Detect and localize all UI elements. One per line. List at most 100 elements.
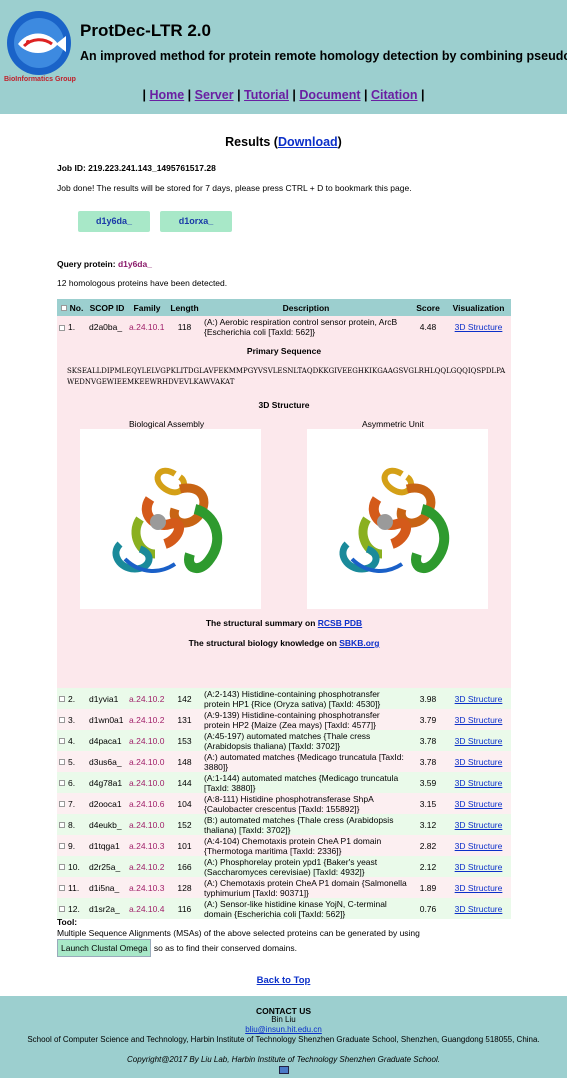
chip-query-2[interactable]: d1orxa_ [160,211,232,232]
row-checkbox[interactable] [59,324,65,331]
row-checkbox[interactable] [59,822,65,829]
score: 3.98 [419,693,437,704]
protein-ribbon-icon [112,467,223,573]
3d-structure-link[interactable]: 3D Structure [455,841,503,851]
3d-structure-link[interactable]: 3D Structure [455,862,503,872]
3d-structure-link[interactable]: 3D Structure [455,883,503,893]
3d-structure-link[interactable]: 3D Structure [455,715,503,725]
col-scop-id: SCOP ID [87,299,127,316]
results-title-suffix: ) [337,135,342,149]
scop-id: d4eukb_ [89,819,122,830]
nav-citation[interactable]: Citation [371,88,418,102]
query-value: d1y6da_ [117,259,152,269]
3d-structure-link[interactable]: 3D Structure [455,799,503,809]
score: 3.59 [419,777,437,788]
col-length: Length [167,299,202,316]
protein-length: 118 [177,322,192,332]
contact-email[interactable]: bliu@insun.hit.edu.cn [245,1025,322,1034]
row-checkbox[interactable] [59,717,65,724]
score: 3.15 [419,798,437,809]
row-checkbox[interactable] [59,906,65,913]
family-id: a.24.10.0 [129,756,165,767]
score: 2.12 [419,861,437,872]
rcsb-pdb-link[interactable]: RCSB PDB [318,618,362,628]
3d-structure-link[interactable]: 3D Structure [455,820,503,830]
row-number: 10. [68,861,80,872]
detail-row: Primary Sequence SKSEALLDIPMLEQYLELVGPKLI… [57,338,511,688]
protein-ribbon-icon [339,467,450,573]
row-checkbox[interactable] [59,780,65,787]
results-title-prefix: Results ( [225,135,278,149]
table-row: 4. d4paca1 a.24.10.0 153 (A:45-197) automate… [57,730,511,751]
3d-structure-link[interactable]: 3D Structure [455,904,503,914]
scop-id: d3us6a_ [89,756,122,767]
scop-id: d4paca1 [89,735,122,746]
row-checkbox[interactable] [59,801,65,808]
row-checkbox[interactable] [59,759,65,766]
row-number: 3. [68,714,76,725]
scop-id: d4g78a1 [89,777,123,788]
sbkb-link[interactable]: SBKB.org [339,638,379,648]
table-row: 6. d4g78a1 a.24.10.0 144 (A:1-144) automated… [57,772,511,793]
nav-document[interactable]: Document [299,88,360,102]
protein-description: (A:) Aerobic respiration control sensor … [204,317,398,337]
site-footer: CONTACT US Bin Liu bliu@insun.hit.edu.cn… [0,996,567,1078]
logo-text: BioInformatics Group [4,76,76,83]
scop-id: d1sr2a_ [89,903,120,914]
row-checkbox[interactable] [59,696,65,703]
launch-clustal-button[interactable]: Launch Clustal Omega [57,939,152,957]
family-id: a.24.10.2 [129,714,165,725]
row-checkbox[interactable] [59,885,65,892]
table-row: 7. d2ooca1 a.24.10.6 104 (A:8-111) Histidine… [57,793,511,814]
structure-detail: Primary Sequence SKSEALLDIPMLEQYLELVGPKLI… [57,338,511,688]
col-score: Score [410,299,446,316]
col-visualization: Visualization [446,299,511,316]
row-checkbox[interactable] [59,864,65,871]
table-row: 12. d1sr2a_ a.24.10.4 116 (A:) Sensor-like h… [57,898,511,919]
row-checkbox[interactable] [59,843,65,850]
asymmetric-unit-image[interactable] [307,429,488,609]
family-id: a.24.10.0 [129,735,165,746]
row-checkbox[interactable] [59,738,65,745]
biological-assembly-image[interactable] [80,429,261,609]
3d-structure-link[interactable]: 3D Structure [455,694,503,704]
score: 0.76 [419,903,437,914]
row-number: 7. [68,798,76,809]
3d-structure-link[interactable]: 3D Structure [455,736,503,746]
3d-structure-link[interactable]: 3D Structure [455,778,503,788]
nav-tutorial[interactable]: Tutorial [244,88,289,102]
3d-structure-link[interactable]: 3D Structure [455,322,503,332]
protein-length: 144 [177,777,192,788]
nav-server[interactable]: Server [195,88,234,102]
table-row: 10. d2r25a_ a.24.10.2 166 (A:) Phosphorelay … [57,856,511,877]
visitor-counter-icon [279,1066,289,1074]
family-id: a.24.10.6 [129,798,165,809]
scop-id: d2a0ba_ [89,322,123,332]
scop-id: d1wn0a1 [89,714,124,725]
nav-home[interactable]: Home [149,88,184,102]
score: 1.89 [419,882,437,893]
select-all-checkbox[interactable] [60,305,67,312]
copyright: Copyright@2017 By Liu Lab, Harbin Instit… [127,1055,440,1064]
protein-length: 101 [177,840,192,851]
3d-structure-link[interactable]: 3D Structure [455,757,503,767]
family-id: a.24.10.2 [129,861,165,872]
main-nav: | Home | Server | Tutorial | Document | … [142,88,425,102]
query-protein: Query protein: d1y6da_ [57,259,152,269]
knowledge-prefix: The structural biology knowledge on [188,638,340,648]
summary-prefix: The structural summary on [205,618,318,628]
table-row: 5. d3us6a_ a.24.10.0 148 (A:) automated matc… [57,751,511,772]
chip-query-1[interactable]: d1y6da_ [78,211,150,232]
back-to-top-link[interactable]: Back to Top [257,975,311,986]
site-title: ProtDec-LTR 2.0 [80,21,211,40]
col-description: Description [202,299,410,316]
protein-description: (A:) Sensor-like histidine kinase YojN, … [204,898,387,919]
protein-length: 148 [177,756,192,767]
protein-length: 142 [177,693,192,704]
tool-text-1: Multiple Sequence Alignments (MSAs) of t… [57,928,420,938]
structure-title: 3D Structure [258,400,310,410]
family-id: a.24.10.3 [129,882,165,893]
scop-id: d1tqga1 [89,840,120,851]
download-link[interactable]: Download [278,135,338,149]
protein-description: (A:8-111) Histidine phosphotransferase S… [204,793,374,814]
